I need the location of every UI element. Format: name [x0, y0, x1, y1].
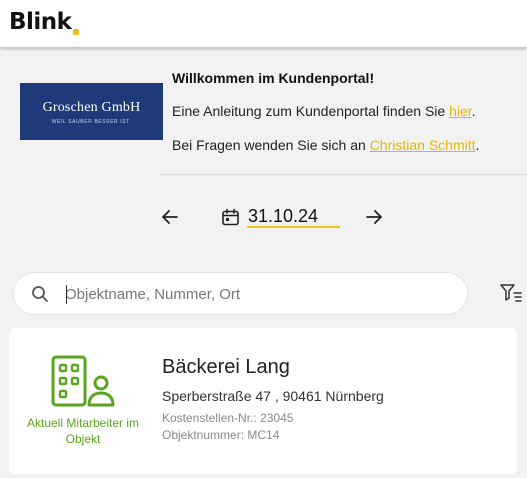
guide-text: Eine Anleitung zum Kundenportal finden S…: [172, 103, 450, 119]
contact-suffix: .: [475, 137, 480, 153]
contact-link[interactable]: Christian Schmitt: [370, 137, 476, 153]
filter-icon[interactable]: [500, 283, 522, 303]
contact-line: Bei Fragen wenden Sie sich an Christian …: [172, 137, 479, 153]
date-underline: [247, 226, 340, 228]
object-number: Objektnummer: MC14: [162, 428, 280, 442]
building-person-icon: [51, 355, 115, 407]
company-name: Groschen GmbH: [42, 100, 141, 115]
object-address: Sperberstraße 47 , 90461 Nürnberg: [162, 388, 384, 404]
company-tagline: WEIL SAUBER BESSER IST.: [51, 119, 132, 125]
cost-center: Kostenstellen-Nr.: 23045: [162, 411, 294, 425]
search-bar: [13, 272, 468, 315]
object-name: Bäckerei Lang: [162, 356, 290, 378]
arrow-right-icon: [366, 210, 382, 224]
logo-dot: [73, 29, 79, 35]
contact-text: Bei Fragen wenden Sie sich an: [172, 137, 370, 153]
search-icon: [32, 286, 48, 302]
blink-logo[interactable]: Blink: [9, 9, 72, 35]
guide-link[interactable]: hier: [449, 103, 472, 119]
welcome-title: Willkommen im Kundenportal!: [172, 70, 375, 86]
guide-suffix: .: [471, 103, 476, 119]
divider: [160, 174, 527, 175]
guide-line: Eine Anleitung zum Kundenportal finden S…: [172, 103, 476, 119]
calendar-icon: [222, 208, 239, 226]
next-day-button[interactable]: [362, 205, 386, 229]
current-date: 31.10.24: [248, 206, 319, 226]
staff-status: Aktuell Mitarbeiter im Objekt: [26, 416, 140, 446]
prev-day-button[interactable]: [158, 205, 182, 229]
text-cursor: [66, 285, 67, 304]
top-bar: Blink: [0, 0, 527, 48]
search-input[interactable]: [65, 281, 455, 307]
company-logo: Groschen GmbH WEIL SAUBER BESSER IST.: [20, 83, 163, 140]
arrow-left-icon: [162, 210, 178, 224]
